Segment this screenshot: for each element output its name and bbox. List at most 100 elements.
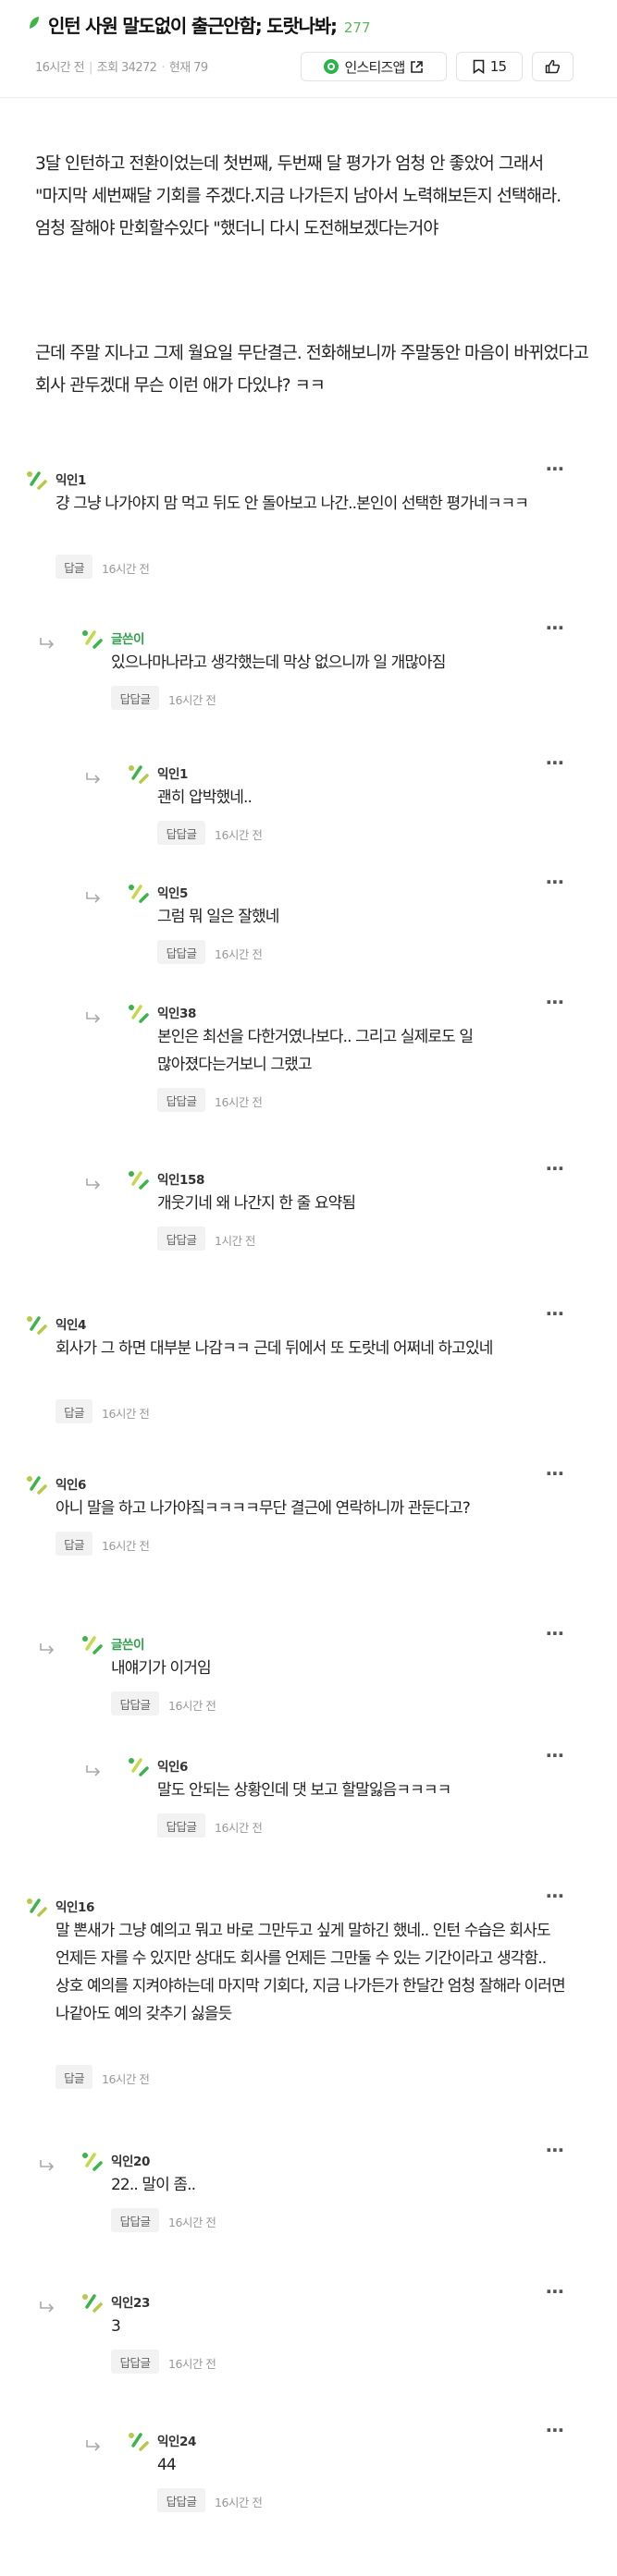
- reply-button[interactable]: 답답글: [157, 1227, 205, 1251]
- post-time: 16시간 전: [35, 61, 85, 75]
- post-title-text: 인턴 사원 말도없이 출근안함; 도랏나봐;: [48, 15, 338, 37]
- post-title: 인턴 사원 말도없이 출근안함; 도랏나봐; 277: [48, 11, 371, 38]
- comment-text: 22.. 말이 좀..: [111, 2176, 196, 2194]
- comment-time: 16시간 전: [102, 2072, 150, 2086]
- comment-time: 16시간 전: [168, 693, 216, 707]
- comment-author[interactable]: 익인158: [157, 1169, 204, 1188]
- reply-button[interactable]: 답글: [56, 1399, 93, 1423]
- avatar-icon: [81, 1632, 104, 1656]
- reply-button[interactable]: 답답글: [157, 1088, 205, 1112]
- reply-arrow-icon: [85, 1010, 102, 1023]
- more-options-icon[interactable]: ⋯: [546, 2421, 565, 2439]
- reply-button[interactable]: 답글: [56, 1532, 93, 1556]
- comment-count[interactable]: 277: [344, 19, 371, 36]
- reply-button[interactable]: 답글: [56, 2065, 93, 2089]
- more-options-icon[interactable]: ⋯: [546, 618, 565, 637]
- comment-author[interactable]: 익인20: [111, 2151, 150, 2169]
- comment-text: 3: [111, 2317, 121, 2336]
- more-options-icon[interactable]: ⋯: [546, 1464, 565, 1483]
- comment-time: 16시간 전: [168, 2357, 216, 2371]
- avatar-icon: [26, 1472, 48, 1496]
- comment-author[interactable]: 글쓴이: [111, 1634, 144, 1653]
- reply-button[interactable]: 답답글: [157, 940, 205, 964]
- comment-text: 내얘기가 이거임: [111, 1659, 212, 1678]
- comment-author[interactable]: 익인1: [157, 763, 188, 782]
- avatar-icon: [128, 881, 150, 905]
- comment-author[interactable]: 익인4: [56, 1314, 86, 1333]
- comment-time: 16시간 전: [102, 562, 150, 576]
- bookmark-button[interactable]: 15: [456, 52, 523, 81]
- avatar-icon: [26, 468, 48, 492]
- more-options-icon[interactable]: ⋯: [546, 2141, 565, 2159]
- comment-time: 16시간 전: [168, 2216, 216, 2229]
- comment-text: 본인은 최선을 다한거였나보다.. 그리고 실제로도 일 많아졌다는거보니 그랬…: [157, 1028, 474, 1074]
- comment-text: 괜히 압박했네..: [157, 788, 253, 807]
- comment-author[interactable]: 글쓴이: [111, 629, 144, 647]
- more-options-icon[interactable]: ⋯: [546, 993, 565, 1011]
- avatar-icon: [26, 1312, 48, 1337]
- comment-time: 16시간 전: [215, 2496, 263, 2509]
- more-options-icon[interactable]: ⋯: [546, 1886, 565, 1905]
- comment-text: 44: [157, 2456, 177, 2474]
- bookmark-count: 15: [489, 58, 507, 75]
- reply-button[interactable]: 답답글: [111, 2208, 159, 2232]
- avatar-icon: [81, 2290, 104, 2314]
- more-options-icon[interactable]: ⋯: [546, 873, 565, 891]
- reply-button[interactable]: 답답글: [111, 2350, 159, 2374]
- bookmark-icon: [473, 59, 485, 74]
- reply-button[interactable]: 답답글: [157, 2488, 205, 2512]
- more-options-icon[interactable]: ⋯: [546, 2282, 565, 2301]
- comment-author[interactable]: 익인23: [111, 2292, 150, 2311]
- comment-author[interactable]: 익인16: [56, 1897, 94, 1915]
- reply-arrow-icon: [85, 1177, 102, 1190]
- comment-author[interactable]: 익인5: [157, 883, 188, 901]
- avatar-icon: [128, 1754, 150, 1778]
- reply-arrow-icon: [39, 2158, 56, 2171]
- reply-arrow-icon: [39, 2300, 56, 2313]
- reply-button[interactable]: 답답글: [157, 821, 205, 845]
- comment-text: 말 뽄새가 그냥 예의고 뭐고 바로 그만두고 싶게 말하긴 했네.. 인턴 수…: [56, 1922, 566, 2023]
- reply-arrow-icon: [39, 1642, 56, 1654]
- more-options-icon[interactable]: ⋯: [546, 753, 565, 772]
- reply-button[interactable]: 답답글: [111, 686, 159, 710]
- more-options-icon[interactable]: ⋯: [546, 459, 565, 478]
- comment-text: 말도 안되는 상황인데 댓 보고 할말잃음ㅋㅋㅋㅋ: [157, 1781, 451, 1800]
- comment-time: 16시간 전: [215, 947, 263, 961]
- like-button[interactable]: [532, 52, 574, 81]
- reply-button[interactable]: 답답글: [157, 1813, 205, 1837]
- current-viewers: 현재 79: [168, 61, 208, 75]
- comment-time: 16시간 전: [102, 1407, 150, 1421]
- leaf-icon: [30, 17, 39, 29]
- instiz-logo-icon: [324, 59, 339, 74]
- reply-arrow-icon: [85, 890, 102, 903]
- comment-author[interactable]: 익인24: [157, 2431, 196, 2449]
- more-options-icon[interactable]: ⋯: [546, 1624, 565, 1642]
- comment-text: 있으나마나라고 생각했는데 막상 없으니까 일 개많아짐: [111, 653, 446, 672]
- reply-button[interactable]: 답답글: [111, 1691, 159, 1715]
- instiz-app-button[interactable]: 인스티즈앱: [301, 52, 447, 81]
- reply-arrow-icon: [39, 636, 56, 649]
- comment-author[interactable]: 익인38: [157, 1003, 196, 1021]
- comment-text: 아니 말을 하고 나가야짘ㅋㅋㅋㅋ무단 결근에 연락하니까 관둔다고?: [56, 1499, 471, 1518]
- comment-author[interactable]: 익인6: [157, 1756, 188, 1775]
- comment-author[interactable]: 익인1: [56, 470, 86, 488]
- more-options-icon[interactable]: ⋯: [546, 1159, 565, 1178]
- more-options-icon[interactable]: ⋯: [546, 1304, 565, 1323]
- comment-author[interactable]: 익인6: [56, 1474, 86, 1493]
- view-count: 조회 34272: [96, 61, 157, 75]
- comment-time: 16시간 전: [215, 1095, 263, 1109]
- avatar-icon: [81, 627, 104, 651]
- avatar-icon: [128, 1001, 150, 1025]
- post-paragraph-2: 근데 주말 지나고 그제 월요일 무단결근. 전화해보니까 주말동안 마음이 바…: [35, 344, 589, 396]
- reply-arrow-icon: [85, 2438, 102, 2451]
- more-options-icon[interactable]: ⋯: [546, 1746, 565, 1764]
- post-paragraph-1: 3달 인턴하고 전환이었는데 첫번째, 두번째 달 평가가 엄청 안 좋았어 그…: [35, 154, 561, 238]
- reply-arrow-icon: [85, 1764, 102, 1776]
- comment-time: 16시간 전: [215, 828, 263, 842]
- comment-text: 회사가 그 하면 대부분 나감ㅋㅋ 근데 뒤에서 또 도랏네 어쩌네 하고있네: [56, 1339, 493, 1358]
- reply-button[interactable]: 답글: [56, 555, 93, 579]
- comment-time: 16시간 전: [215, 1821, 263, 1835]
- thumbs-up-icon: [545, 59, 561, 74]
- comment-text: 그럼 뭐 일은 잘했네: [157, 908, 279, 926]
- comment-time: 1시간 전: [215, 1234, 255, 1248]
